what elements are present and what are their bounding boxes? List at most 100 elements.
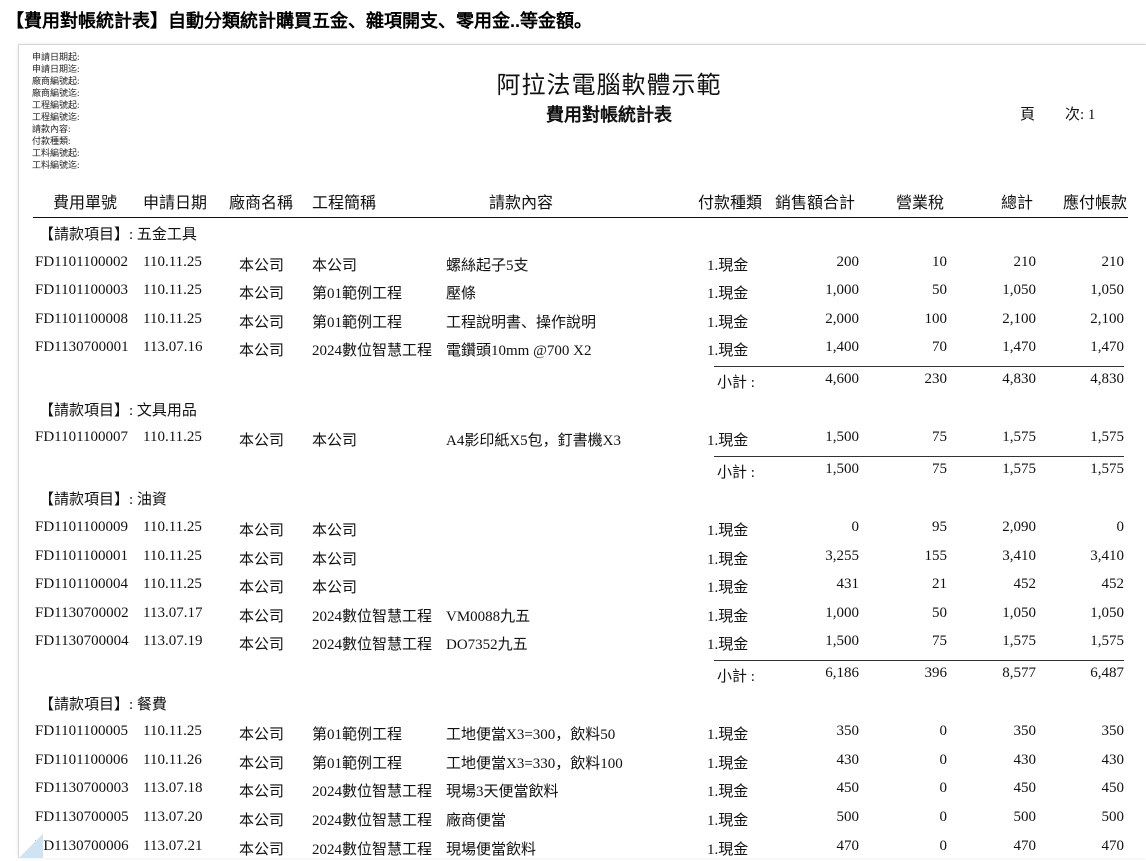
col-apply-date-cell: 113.07.16 [143, 339, 203, 356]
col-apply-date-cell: 110.11.26 [143, 751, 202, 768]
col-project-cell: 2024數位智慧工程 [312, 343, 433, 360]
col-project-cell: 本公司 [312, 580, 358, 597]
table-row: FD1101100001 110.11.25 本公司 本公司 1.現金 3,255 155 3… [33, 543, 1128, 571]
col-payable-cell: 210 [1101, 253, 1125, 270]
col-project-cell: 本公司 [312, 433, 358, 450]
col-sales-total-cell: 470 [836, 837, 860, 854]
col-tax-cell: 0 [939, 723, 948, 740]
col-apply-date-cell: 113.07.18 [143, 780, 203, 797]
col-order-no-header: 費用單號 [53, 195, 118, 212]
col-order-no-cell: FD1101100002 [35, 253, 129, 270]
col-project-cell: 本公司 [312, 523, 358, 539]
col-payment-cell: 1.現金 [707, 608, 749, 625]
col-content-cell: 電鑽頭10mm @700 X2 [446, 343, 592, 360]
col-sales-total-cell: 500 [836, 809, 860, 825]
page-corner [19, 834, 43, 858]
col-sales-total-cell: 450 [836, 780, 860, 797]
col-total-subtotal: 8,577 [1002, 665, 1036, 681]
col-content-cell: 工地便當X3=300，飲料50 [446, 727, 616, 744]
col-payable-cell: 3,410 [1090, 547, 1124, 564]
subtotal-label: 小計 : [717, 375, 755, 391]
col-vendor-cell: 本公司 [239, 813, 285, 829]
col-payment-cell: 1.現金 [707, 433, 749, 450]
col-total-cell: 500 [1013, 809, 1037, 825]
col-payable-cell: 500 [1101, 809, 1125, 825]
category-title: 【請款項目】: 油資 [39, 492, 167, 509]
category-title: 【請款項目】: 餐費 [39, 696, 167, 713]
col-vendor-cell: 本公司 [239, 608, 285, 625]
col-tax-cell: 75 [932, 633, 947, 650]
col-vendor-cell: 本公司 [239, 841, 285, 858]
page-headline: 【費用對帳統計表】自動分類統計購買五金、雜項開支、零用金..等金額。 [6, 11, 592, 31]
column-header-row: 費用單號 申請日期 廠商名稱 工程簡稱 請款內容 付款種類 銷售額合計 營業稅 總計 應付帳款 [33, 185, 1128, 218]
col-total-cell: 1,575 [1002, 633, 1036, 650]
col-payment-cell: 1.現金 [707, 784, 749, 801]
col-order-no-cell: FD1101100009 [35, 519, 129, 535]
col-sales-total-cell: 3,255 [825, 547, 859, 564]
col-payable-cell: 450 [1101, 780, 1125, 797]
col-tax-subtotal: 75 [932, 460, 947, 477]
col-tax-subtotal: 396 [924, 665, 948, 681]
col-payment-cell: 1.現金 [707, 813, 749, 829]
table-row: FD1101100003 110.11.25 本公司 第01範例工程 壓條 1.現金 1,0… [33, 277, 1128, 305]
col-payment-header: 付款種類 [698, 195, 763, 212]
col-content-cell: 現場3天便當飲料 [446, 784, 559, 801]
col-order-no-cell: FD1130700003 [35, 780, 129, 797]
report-title: 費用對帳統計表 [546, 105, 672, 125]
col-apply-date-cell: 110.11.25 [143, 282, 202, 299]
page-number-label: 頁 次: [1020, 107, 1085, 123]
table-row: FD1101100009 110.11.25 本公司 本公司 1.現金 0 95 2,090 0 [33, 514, 1128, 542]
col-project-cell: 本公司 [312, 257, 358, 274]
col-project-cell: 2024數位智慧工程 [312, 608, 433, 625]
col-payable-cell: 2,100 [1090, 310, 1124, 327]
col-apply-date-cell: 113.07.21 [143, 837, 203, 854]
col-payable-cell: 1,050 [1090, 604, 1124, 621]
col-total-cell: 1,050 [1002, 604, 1036, 621]
col-tax-cell: 95 [932, 519, 947, 535]
col-payable-cell: 0 [1116, 519, 1125, 535]
col-payable-cell: 430 [1101, 751, 1125, 768]
col-apply-date-cell: 113.07.19 [143, 633, 203, 650]
col-tax-cell: 10 [932, 253, 947, 270]
col-vendor-cell: 本公司 [239, 257, 285, 274]
col-vendor-cell: 本公司 [239, 551, 285, 568]
col-payment-cell: 1.現金 [707, 637, 749, 654]
col-content-header: 請款內容 [489, 195, 554, 212]
table-row: FD1130700004 113.07.19 本公司 2024數位智慧工程 DO7352… [33, 628, 1128, 656]
col-payable-cell: 350 [1101, 723, 1125, 740]
col-total-subtotal: 4,830 [1002, 371, 1036, 387]
col-payment-cell: 1.現金 [707, 314, 749, 331]
col-sales-total-cell: 200 [836, 253, 860, 270]
col-apply-date-cell: 110.11.25 [143, 576, 202, 593]
company-name: 阿拉法電腦軟體示範 [496, 73, 722, 99]
col-apply-date-cell: 110.11.25 [143, 519, 202, 535]
col-tax-cell: 0 [939, 780, 948, 797]
col-total-cell: 430 [1013, 751, 1037, 768]
col-order-no-cell: FD1101100001 [35, 547, 129, 564]
col-tax-cell: 75 [932, 429, 947, 446]
table-row: FD1130700001 113.07.16 本公司 2024數位智慧工程 電鑽頭10m… [33, 334, 1128, 362]
col-total-subtotal: 1,575 [1002, 460, 1036, 477]
col-sales-total-cell: 1,000 [825, 282, 859, 299]
col-total-cell: 210 [1013, 253, 1037, 270]
col-payment-cell: 1.現金 [707, 523, 749, 539]
subtotal-row: 小計 : 1,500 75 1,575 1,575 [33, 456, 1128, 484]
col-vendor-cell: 本公司 [239, 286, 285, 303]
col-order-no-cell: FD1130700002 [35, 604, 129, 621]
filter-label: 工料編號迄: [32, 160, 80, 170]
col-payable-cell: 470 [1101, 837, 1125, 854]
col-apply-date-header: 申請日期 [143, 195, 208, 212]
col-payable-cell: 1,575 [1090, 429, 1124, 446]
col-payment-cell: 1.現金 [707, 755, 749, 772]
col-payable-cell: 1,050 [1090, 282, 1124, 299]
col-tax-cell: 0 [939, 809, 948, 825]
col-project-header: 工程簡稱 [312, 195, 377, 212]
col-order-no-cell: FD1130700006 [35, 837, 129, 854]
col-payment-cell: 1.現金 [707, 727, 749, 744]
col-vendor-cell: 本公司 [239, 580, 285, 597]
col-payable-subtotal: 4,830 [1090, 371, 1124, 387]
col-total-cell: 1,575 [1002, 429, 1036, 446]
table-row: FD1130700002 113.07.17 本公司 2024數位智慧工程 VM0088… [33, 600, 1128, 628]
filter-label: 工料編號起: [32, 148, 80, 158]
col-project-cell: 2024數位智慧工程 [312, 841, 433, 858]
